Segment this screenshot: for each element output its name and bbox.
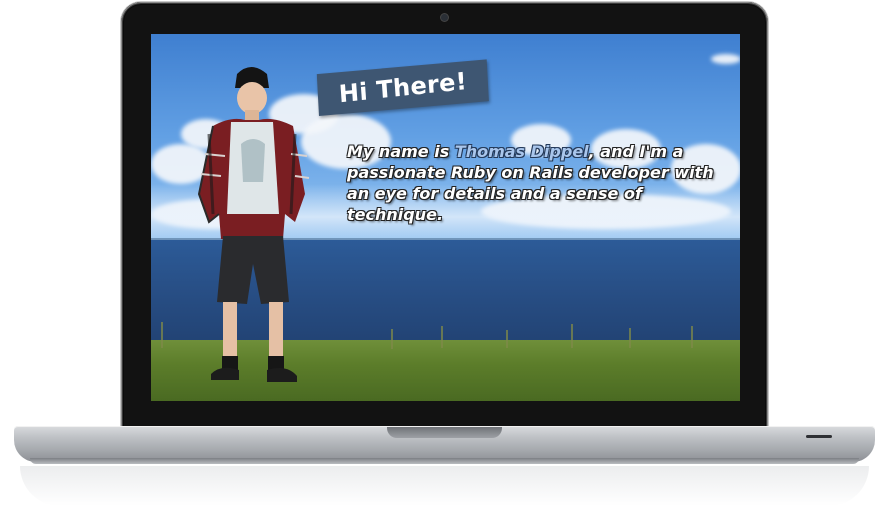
webcam-icon bbox=[441, 14, 448, 21]
grass-tuft bbox=[571, 324, 573, 348]
cloud bbox=[711, 54, 740, 64]
intro-prefix: My name is bbox=[347, 142, 455, 161]
intro-text: My name is Thomas Dippel, and I'm a pass… bbox=[347, 141, 727, 225]
person-photo bbox=[197, 67, 310, 382]
greeting-title: Hi There! bbox=[337, 67, 468, 109]
laptop-base-edge bbox=[30, 458, 859, 464]
grass-tuft bbox=[391, 329, 393, 349]
name-link[interactable]: Thomas Dippel bbox=[455, 142, 589, 161]
status-led-icon bbox=[806, 435, 832, 438]
grass-tuft bbox=[506, 330, 508, 348]
grass-tuft bbox=[441, 326, 443, 348]
grass-tuft bbox=[161, 322, 163, 348]
greeting-banner: Hi There! bbox=[316, 59, 489, 116]
grass-tuft bbox=[691, 326, 693, 348]
laptop-reflection bbox=[20, 466, 869, 506]
grass-tuft bbox=[629, 328, 631, 348]
laptop-screen: Hi There! My name is Thomas Dippel, and … bbox=[151, 34, 740, 401]
ruby-on-rails-text: Ruby on Rails bbox=[451, 163, 573, 182]
lid-open-notch bbox=[387, 427, 502, 438]
